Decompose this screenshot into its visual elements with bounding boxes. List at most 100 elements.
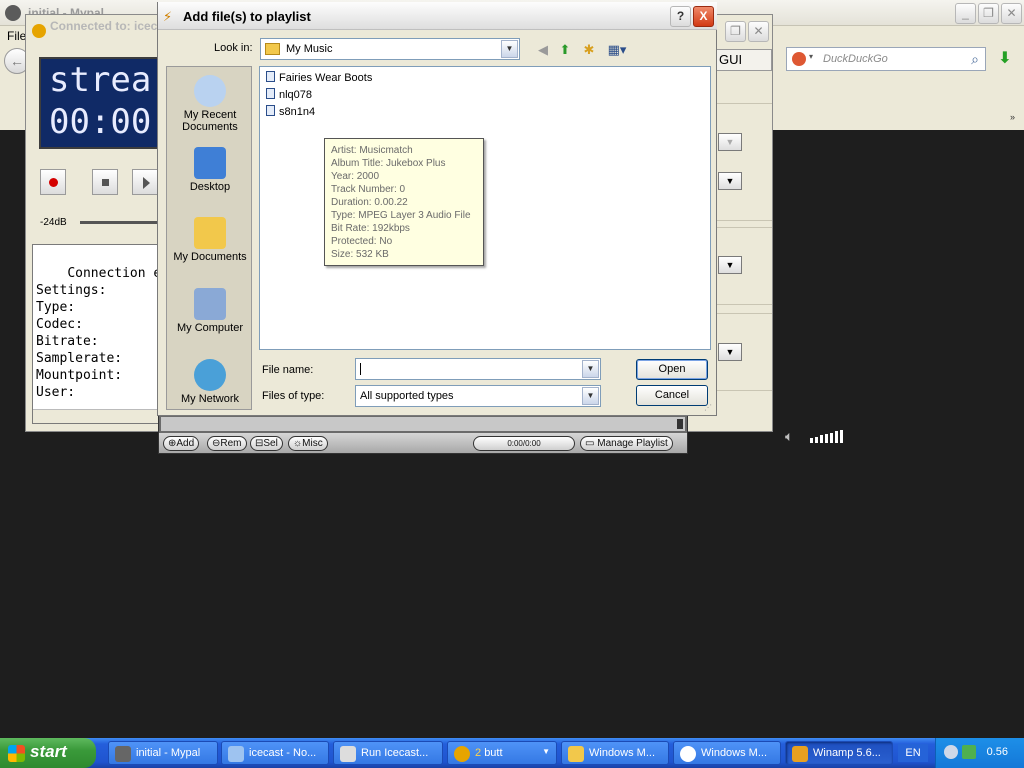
menu-file[interactable]: File [7,29,26,43]
place-label: My Documents [173,251,247,263]
place-recent-documents[interactable]: My Recent Documents [167,75,253,133]
combo-arrow-icon[interactable]: ▼ [718,172,742,190]
chevron-down-icon[interactable]: ▾ [809,52,813,61]
audio-file-icon [266,71,275,82]
stop-button[interactable] [92,169,118,195]
place-my-computer[interactable]: My Computer [167,288,253,334]
add-label: Add [176,438,195,449]
task-windows-m-1[interactable]: Windows M... [561,741,669,765]
playlist-scroll-thumb[interactable] [677,419,683,429]
task-icecast-notepad[interactable]: icecast - No... [221,741,329,765]
manage-playlist-button[interactable]: ▭ Manage Playlist [580,436,673,451]
audio-file-icon [266,105,275,116]
playlist-add-button[interactable]: ⊕Add [163,436,200,451]
tooltip-line: Track Number: 0 [331,184,406,195]
settings-group-1 [716,103,772,221]
clock-icon [194,75,226,107]
speaker-icon[interactable]: 🔈︎ [785,428,793,445]
overflow-chevron-icon[interactable]: » [1010,112,1015,122]
list-item[interactable]: s8n1n4 [266,105,315,121]
minimize-icon[interactable]: _ [955,3,976,24]
butt-maximize-icon[interactable]: ❐ [725,21,746,42]
chevron-down-icon[interactable]: ▼ [582,387,599,405]
chevron-down-icon[interactable]: ▼ [501,40,518,58]
file-info-tooltip: Artist: Musicmatch Album Title: Jukebox … [324,138,484,266]
log-horizontal-scrollbar[interactable] [33,409,171,423]
manage-label: Manage Playlist [597,438,668,449]
tooltip-line: Size: 532 KB [331,249,389,260]
place-desktop[interactable]: Desktop [167,147,253,193]
tooltip-line: Bit Rate: 192kbps [331,223,410,234]
place-my-network[interactable]: My Network [167,359,253,405]
task-butt-group[interactable]: 2 butt ▼ [447,741,557,765]
chevron-down-icon: ▼ [542,747,550,756]
resize-grip-icon[interactable]: ⋰ [704,403,714,413]
task-label: butt [484,747,503,759]
combo-arrow-icon-disabled: ▼ [718,133,742,151]
look-in-select[interactable]: My Music ▼ [260,38,520,60]
text-caret [360,363,361,376]
language-indicator[interactable]: EN [898,744,928,762]
place-label: My Network [180,393,240,405]
start-label: start [30,742,67,761]
files-of-type-select[interactable]: All supported types ▼ [355,385,601,407]
butt-lcd-display: strea 00:00 [39,57,169,149]
back-icon[interactable]: ◀ [534,41,552,59]
view-menu-icon[interactable]: ▦▾ [604,41,630,59]
tray-app-icon[interactable] [944,745,958,759]
butt-icon [454,746,470,762]
folder-icon [265,43,280,55]
file-name: s8n1n4 [279,106,316,118]
task-label: initial - Mypal [136,747,201,759]
volume-level-icon[interactable] [810,430,844,444]
combo-arrow-icon[interactable]: ▼ [718,343,742,361]
mypal-icon [115,746,131,762]
new-folder-icon[interactable]: ✱ [580,41,598,59]
task-run-icecast[interactable]: Run Icecast... [333,741,443,765]
place-label: Desktop [189,181,231,193]
playlist-button-bar: ⊕Add ⊖Rem ⊟Sel ☼Misc 0:00/0:00 ▭ Manage … [159,433,687,453]
tab-gui[interactable]: GUI [716,49,772,71]
playlist-rem-button[interactable]: ⊖Rem [207,436,247,451]
cancel-button[interactable]: Cancel [636,385,708,406]
chevron-down-icon[interactable]: ▼ [582,360,599,378]
search-box[interactable]: ▾ DuckDuckGo ⌕ [786,47,986,71]
playlist-sel-button[interactable]: ⊟Sel [250,436,283,451]
list-item[interactable]: nlq078 [266,88,312,104]
butt-close-icon[interactable]: ✕ [748,21,769,42]
task-winamp[interactable]: Winamp 5.6... [785,741,893,765]
playlist-misc-button[interactable]: ☼Misc [288,436,328,451]
list-item[interactable]: Fairies Wear Boots [266,71,372,87]
start-button[interactable]: start [0,738,96,768]
winamp-playlist-bar: ⊕Add ⊖Rem ⊟Sel ☼Misc 0:00/0:00 ▭ Manage … [158,414,688,454]
butt-log-area[interactable]: Connection est Settings: Type: Codec: Bi… [32,244,172,424]
maximize-icon[interactable]: ❐ [978,3,999,24]
tooltip-line: Type: MPEG Layer 3 Audio File [331,210,471,221]
computer-icon [194,288,226,320]
tooltip-line: Duration: 0.00.22 [331,197,408,208]
up-folder-icon[interactable]: ⬆ [556,41,574,59]
file-name-input[interactable]: ▼ [355,358,601,380]
open-button[interactable]: Open [636,359,708,380]
duckduckgo-icon [792,52,806,66]
search-icon[interactable]: ⌕ [971,51,979,68]
dialog-close-button[interactable]: X [693,6,714,27]
close-icon[interactable]: ✕ [1001,3,1022,24]
tooltip-line: Artist: Musicmatch [331,145,413,156]
look-in-value: My Music [286,43,333,55]
dialog-title: Add file(s) to playlist [183,9,311,24]
desktop-icon [194,147,226,179]
task-mypal[interactable]: initial - Mypal [108,741,218,765]
download-arrow-icon[interactable]: ⬇ [992,48,1018,70]
media-player-icon [680,746,696,762]
tray-network-icon[interactable] [962,745,976,759]
record-button[interactable] [40,169,66,195]
combo-arrow-icon[interactable]: ▼ [718,256,742,274]
tooltip-line: Year: 2000 [331,171,380,182]
play-button[interactable] [132,169,158,195]
notepad-icon [228,746,244,762]
help-button[interactable]: ? [670,6,691,27]
task-windows-m-2[interactable]: Windows M... [673,741,781,765]
place-my-documents[interactable]: My Documents [167,217,253,263]
lcd-status-text: strea [49,60,152,100]
